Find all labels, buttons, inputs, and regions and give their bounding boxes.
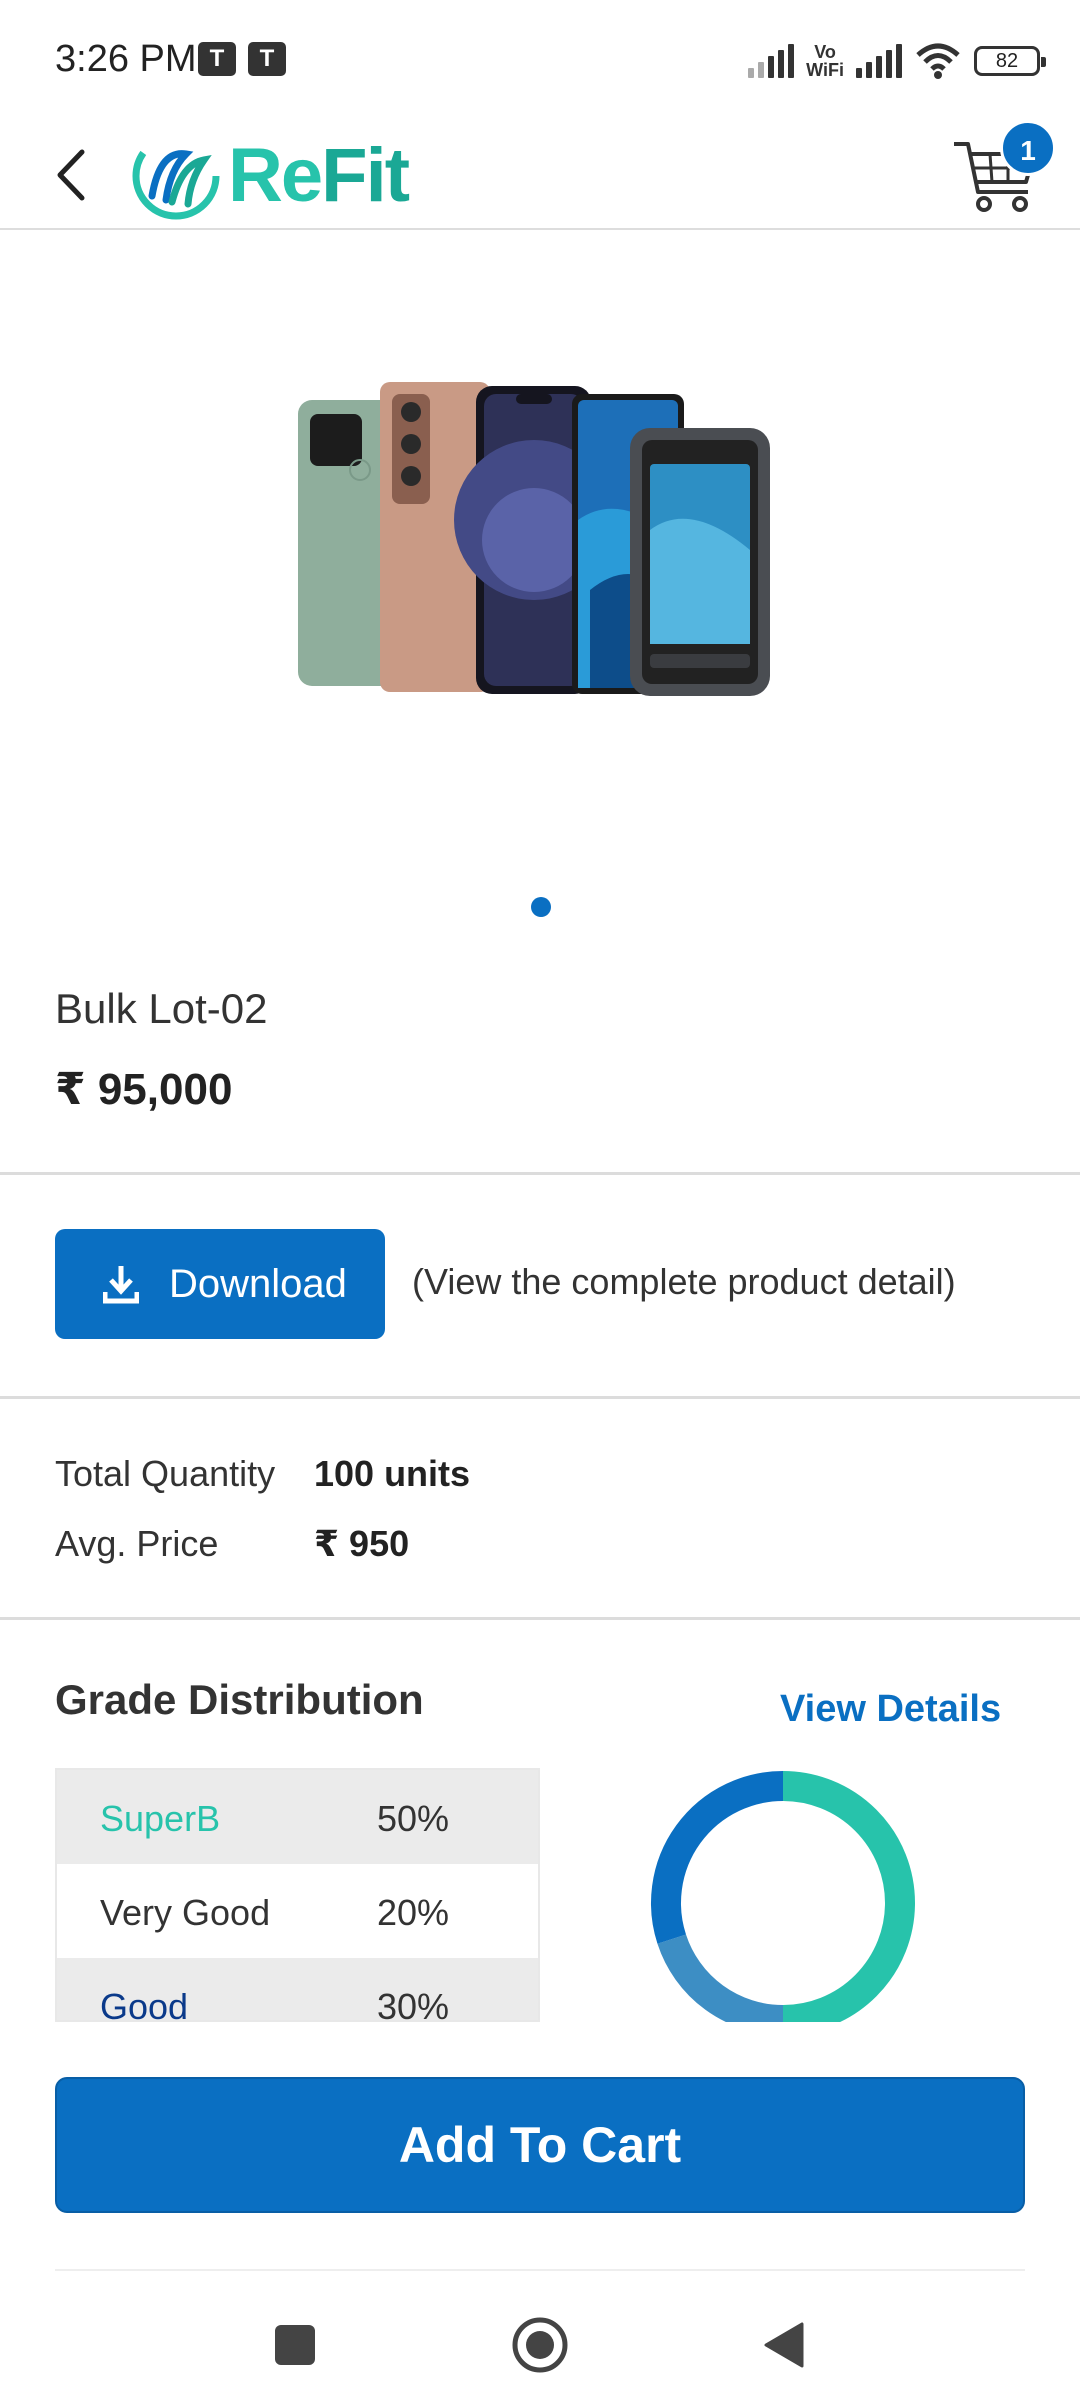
back-arrow-icon[interactable] <box>40 140 110 210</box>
refit-logo: ReFit <box>130 128 410 223</box>
recent-apps-button[interactable] <box>260 2310 330 2380</box>
grade-percentage: 20% <box>377 1892 450 1933</box>
status-bar: 3:26 PM T T Vo WiFi 82 <box>0 0 1080 120</box>
avg-price-label: Avg. Price <box>55 1523 219 1564</box>
divider <box>0 1172 1080 1175</box>
total-quantity-value: 100 units <box>314 1453 471 1494</box>
grade-row: Good 30% <box>57 1958 538 2022</box>
battery-icon: 82 <box>974 46 1046 76</box>
home-circle-icon <box>512 2317 568 2373</box>
grade-name: Very Good <box>100 1892 271 1933</box>
grade-distribution-title: Grade Distribution <box>55 1676 424 1723</box>
logo-text: ReFit <box>228 133 410 218</box>
divider <box>0 1396 1080 1399</box>
download-label: Download <box>169 1261 347 1306</box>
add-to-cart-button[interactable]: Add To Cart <box>55 2077 1025 2213</box>
grade-name: SuperB <box>100 1798 221 1839</box>
system-nav-bar <box>0 2290 1080 2400</box>
grade-table: SuperB 50% Very Good 20% Good 30% <box>55 1768 540 2022</box>
status-icons: Vo WiFi 82 <box>748 36 1046 86</box>
app-header: ReFit 1 <box>0 120 1080 230</box>
divider <box>0 1617 1080 1620</box>
grade-percentage: 50% <box>377 1798 450 1839</box>
grade-percentage: 30% <box>377 1986 450 2022</box>
donut-slice-very-good <box>657 1934 784 2022</box>
divider <box>55 2269 1025 2271</box>
total-quantity-label: Total Quantity <box>55 1453 276 1494</box>
download-icon <box>103 1266 139 1304</box>
back-button[interactable] <box>750 2310 820 2380</box>
donut-slice-good <box>651 1771 784 1944</box>
product-price: ₹ 95,000 <box>55 1065 233 1114</box>
donut-svg <box>651 1771 915 2022</box>
avg-price-value: ₹ 950 <box>314 1523 410 1564</box>
home-button[interactable] <box>505 2310 575 2380</box>
teams-icon: T <box>248 42 286 76</box>
vowifi-icon: Vo WiFi <box>806 42 844 80</box>
cart-count-badge: 1 <box>1000 120 1056 176</box>
cart-button[interactable]: 1 <box>950 120 1060 220</box>
download-note: (View the complete product detail) <box>412 1261 956 1302</box>
refit-logo-icon <box>132 132 220 219</box>
grade-row: Very Good 20% <box>57 1864 538 1958</box>
donut-slice-superb <box>782 1771 915 2022</box>
teams-icon: T <box>198 42 236 76</box>
grade-donut-chart <box>648 1768 918 2022</box>
square-icon <box>275 2325 315 2365</box>
back-triangle-icon <box>764 2322 804 2368</box>
product-name: Bulk Lot-02 <box>55 985 268 1032</box>
signal-icon <box>748 44 795 78</box>
carousel-indicator[interactable] <box>531 897 551 917</box>
grade-row: SuperB 50% <box>57 1770 538 1864</box>
grade-name: Good <box>100 1986 189 2022</box>
phones-image <box>298 382 770 696</box>
signal-icon <box>856 44 902 78</box>
view-details-link[interactable]: View Details <box>780 1688 1001 1731</box>
status-time: 3:26 PM <box>55 38 197 80</box>
wifi-icon <box>916 43 960 79</box>
download-button[interactable]: Download <box>55 1229 385 1339</box>
